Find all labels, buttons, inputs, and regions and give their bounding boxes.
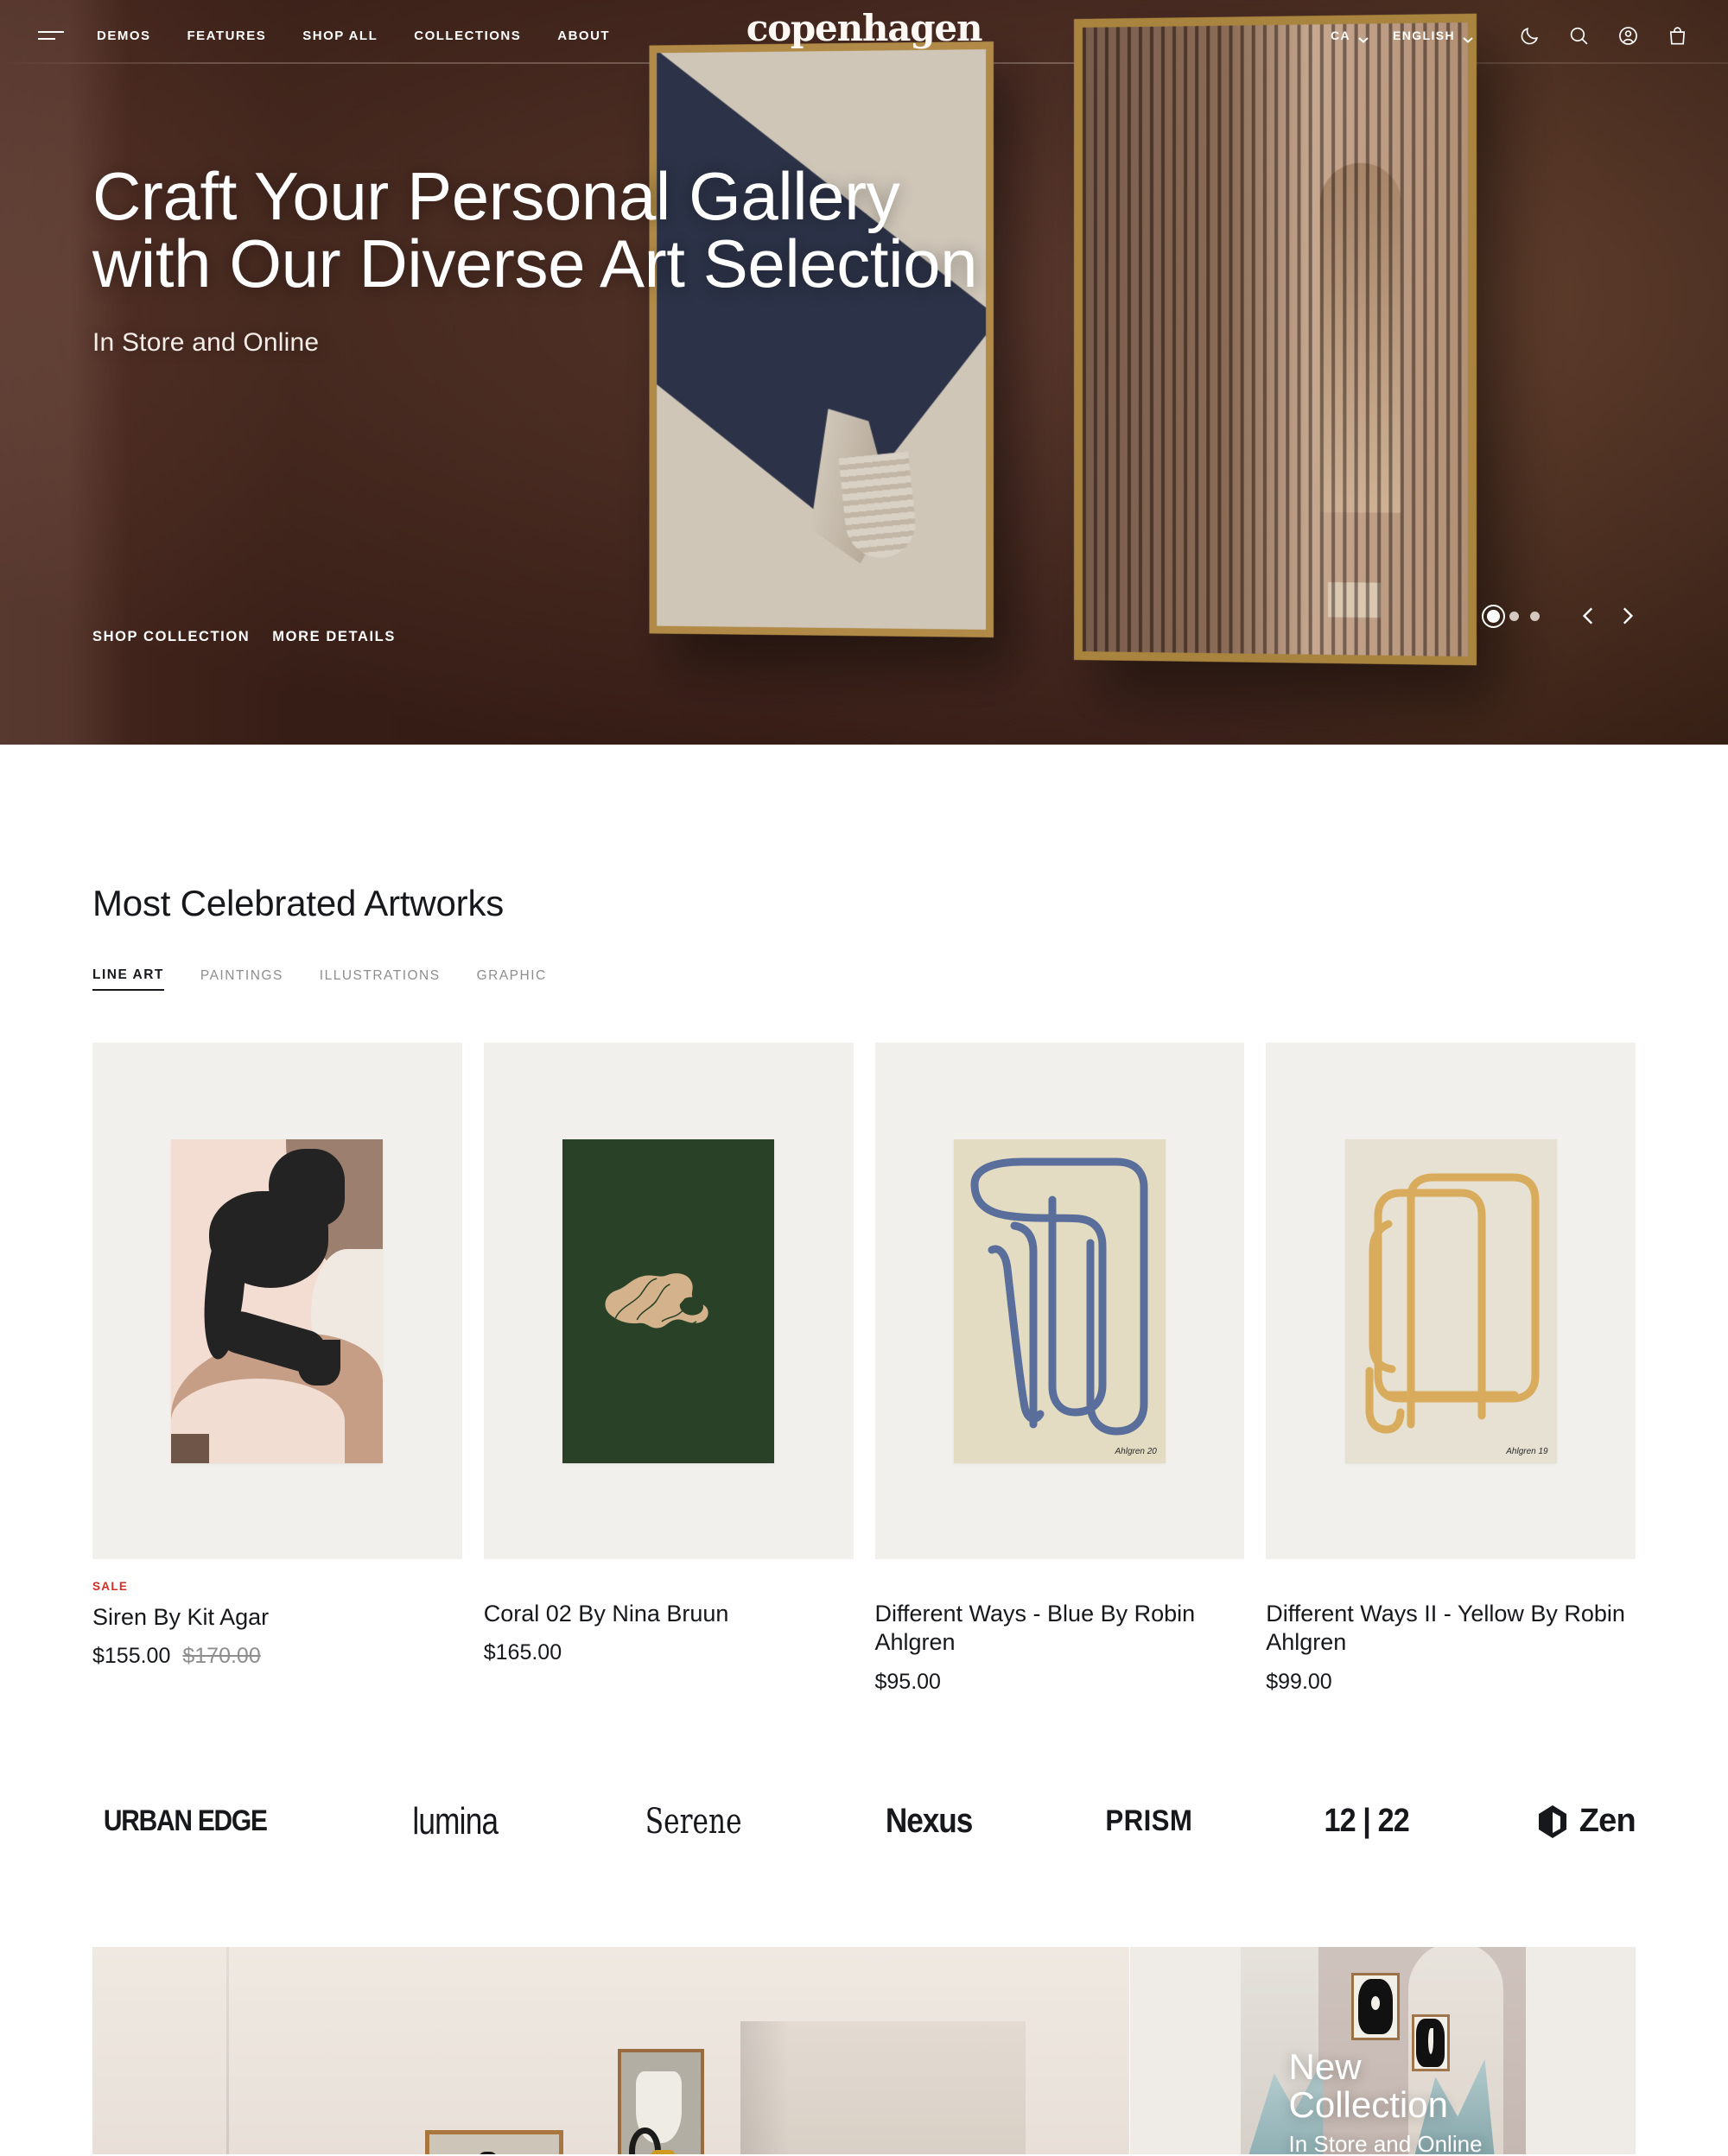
tab-illustrations[interactable]: ILLUSTRATIONS [320, 968, 441, 990]
country-selector-value: CA [1330, 29, 1350, 42]
nav-link-features[interactable]: FEATURES [187, 29, 267, 43]
brand-logo-lumina[interactable]: lumina [412, 1800, 499, 1843]
nav-utilities: CA ENGLISH [1331, 22, 1690, 48]
category-tabs: LINE ART PAINTINGS ILLUSTRATIONS GRAPHIC [92, 967, 1636, 991]
language-selector[interactable]: ENGLISH [1392, 29, 1473, 43]
nav-link-demos[interactable]: DEMOS [97, 29, 151, 43]
brand-logo-nexus[interactable]: Nexus [885, 1802, 972, 1841]
hero-carousel-controls [1482, 604, 1638, 628]
product-image[interactable] [483, 1043, 854, 1559]
price-current: $165.00 [483, 1640, 562, 1665]
gallery-showcase-section: New Collection In Store and Online [0, 1946, 1728, 2154]
product-title[interactable]: Different Ways II - Yellow By Robin Ahlg… [1266, 1600, 1636, 1658]
hero-title-line-1: Craft Your Personal Gallery [92, 158, 900, 234]
account-icon[interactable] [1615, 22, 1641, 48]
poster-artwork-coral [562, 1138, 775, 1463]
new-collection-subtitle: In Store and Online [1288, 2130, 1483, 2154]
new-collection-promo[interactable]: New Collection In Store and Online [1130, 1946, 1636, 2154]
main-navigation: DEMOS FEATURES SHOP ALL COLLECTIONS ABOU… [0, 0, 1728, 71]
chevron-down-icon [1358, 32, 1369, 43]
price-current: $95.00 [874, 1669, 941, 1694]
status-badge: SALE [92, 1580, 129, 1593]
product-image[interactable]: Ahlgren 20 [874, 1043, 1245, 1559]
nav-link-about[interactable]: ABOUT [557, 29, 610, 43]
cart-icon[interactable] [1664, 22, 1690, 48]
brand-logo-1222[interactable]: 12 | 22 [1325, 1803, 1410, 1840]
hero-artwork-frame-right [1074, 13, 1477, 666]
nav-link-shop-all[interactable]: SHOP ALL [302, 29, 378, 43]
product-price: $155.00 $170.00 [92, 1644, 462, 1669]
new-collection-image: New Collection In Store and Online [1240, 1946, 1526, 2154]
product-card[interactable]: Ahlgren 20 Different Ways - Blue By Robi… [874, 1043, 1245, 1695]
more-details-link[interactable]: MORE DETAILS [272, 629, 396, 645]
product-card[interactable]: Coral 02 By Nina Bruun $165.00 [483, 1043, 854, 1695]
gallery-room-image[interactable] [92, 1946, 1129, 2154]
product-price: $99.00 [1266, 1670, 1636, 1695]
moon-icon[interactable] [1516, 22, 1542, 48]
hero-copy: Craft Your Personal Gallery with Our Div… [92, 162, 977, 358]
price-current: $155.00 [92, 1644, 171, 1669]
brand-logo-zen-label: Zen [1579, 1803, 1636, 1840]
chevron-right-icon[interactable] [1616, 605, 1638, 627]
product-card[interactable]: Ahlgren 19 Different Ways II - Yellow By… [1266, 1043, 1636, 1695]
artist-signature: Ahlgren 19 [1506, 1446, 1548, 1456]
room-artwork-tall [618, 2048, 704, 2154]
product-title[interactable]: Different Ways - Blue By Robin Ahlgren [875, 1600, 1245, 1658]
country-selector[interactable]: CA [1330, 29, 1369, 43]
carousel-dot-1[interactable] [1482, 604, 1505, 628]
product-card[interactable]: SALE Siren By Kit Agar $155.00 $170.00 [92, 1043, 462, 1695]
page-title: Most Celebrated Artworks [92, 883, 505, 923]
product-grid: SALE Siren By Kit Agar $155.00 $170.00 C… [92, 1043, 1636, 1695]
tab-line-art[interactable]: LINE ART [92, 967, 164, 991]
new-collection-caption: New Collection In Store and Online [1288, 2045, 1526, 2154]
product-title[interactable]: Siren By Kit Agar [92, 1603, 462, 1632]
nav-links: DEMOS FEATURES SHOP ALL COLLECTIONS ABOU… [97, 29, 610, 43]
product-price: $95.00 [875, 1670, 1245, 1695]
brand-logo-serene[interactable]: Serene [645, 1802, 742, 1842]
language-selector-value: ENGLISH [1392, 29, 1455, 42]
search-icon[interactable] [1566, 22, 1591, 48]
hero-cta-group: SHOP COLLECTION MORE DETAILS [92, 629, 396, 645]
celebrated-artworks-section: Most Celebrated Artworks LINE ART PAINTI… [0, 745, 1728, 1695]
new-collection-title: New Collection [1288, 2045, 1448, 2125]
carousel-dot-3[interactable] [1530, 611, 1540, 621]
hero-banner: DEMOS FEATURES SHOP ALL COLLECTIONS ABOU… [0, 0, 1728, 745]
tab-graphic[interactable]: GRAPHIC [477, 968, 547, 990]
poster-artwork-siren [171, 1138, 384, 1463]
brand-logo-urban-edge[interactable]: URBAN EDGE [104, 1804, 268, 1838]
site-logo-text[interactable]: copenhagen [746, 7, 983, 49]
brand-logo-strip: URBAN EDGE lumina Serene Nexus PRISM 12 … [0, 1800, 1728, 1843]
price-current: $99.00 [1266, 1669, 1332, 1694]
carousel-dot-2[interactable] [1509, 611, 1519, 621]
product-image[interactable] [92, 1043, 462, 1559]
poster-artwork-different-ways-yellow: Ahlgren 19 [1344, 1138, 1557, 1463]
hero-subtitle: In Store and Online [92, 328, 320, 357]
carousel-dots [1482, 604, 1540, 628]
product-image[interactable]: Ahlgren 19 [1266, 1043, 1636, 1559]
cube-icon [1538, 1804, 1567, 1839]
poster-artwork-different-ways-blue: Ahlgren 20 [953, 1138, 1166, 1463]
hero-title: Craft Your Personal Gallery with Our Div… [92, 162, 977, 297]
nav-link-collections[interactable]: COLLECTIONS [414, 29, 521, 43]
shop-collection-link[interactable]: SHOP COLLECTION [92, 629, 250, 645]
hero-title-line-2: with Our Diverse Art Selection [92, 225, 978, 301]
hamburger-menu-icon[interactable] [38, 27, 64, 44]
artist-signature: Ahlgren 20 [1115, 1446, 1157, 1456]
tab-paintings[interactable]: PAINTINGS [200, 968, 283, 990]
room-artwork-framed [425, 2129, 563, 2154]
chevron-left-icon[interactable] [1578, 605, 1600, 627]
brand-logo-prism[interactable]: PRISM [1105, 1804, 1192, 1838]
chevron-down-icon [1463, 32, 1473, 43]
product-price: $165.00 [484, 1640, 854, 1665]
price-compare-at: $170.00 [182, 1644, 261, 1669]
brand-logo-zen[interactable]: Zen [1538, 1803, 1636, 1840]
product-title[interactable]: Coral 02 By Nina Bruun [484, 1600, 854, 1628]
